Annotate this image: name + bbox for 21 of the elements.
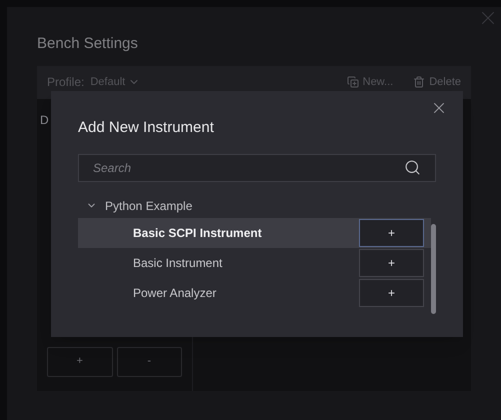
search-field[interactable]: Search xyxy=(78,154,436,182)
tree-item[interactable]: Basic SCPI Instrument + xyxy=(78,218,431,248)
scrollbar[interactable] xyxy=(431,224,436,314)
add-instrument-button[interactable]: + xyxy=(359,218,424,246)
search-input[interactable]: Search xyxy=(93,158,404,176)
column-header: D xyxy=(40,112,49,128)
remove-button[interactable]: - xyxy=(116,346,182,376)
tree-group-label[interactable]: Python Example xyxy=(105,196,192,214)
modal-title: Add New Instrument xyxy=(78,118,215,138)
trash-icon xyxy=(413,76,426,88)
instrument-name: Basic Instrument xyxy=(133,254,224,272)
search-icon xyxy=(404,159,421,176)
instrument-name: Basic SCPI Instrument xyxy=(133,224,263,242)
add-instrument-button[interactable]: + xyxy=(359,248,424,276)
tree-item[interactable]: Power Analyzer + xyxy=(78,278,431,308)
window-title: Bench Settings xyxy=(37,34,139,54)
instrument-name: Power Analyzer xyxy=(133,284,218,302)
copy-icon xyxy=(346,76,359,88)
tree-item[interactable]: Basic Instrument + xyxy=(78,248,431,278)
add-instrument-button[interactable]: + xyxy=(359,278,424,306)
add-button[interactable]: + xyxy=(47,346,112,376)
